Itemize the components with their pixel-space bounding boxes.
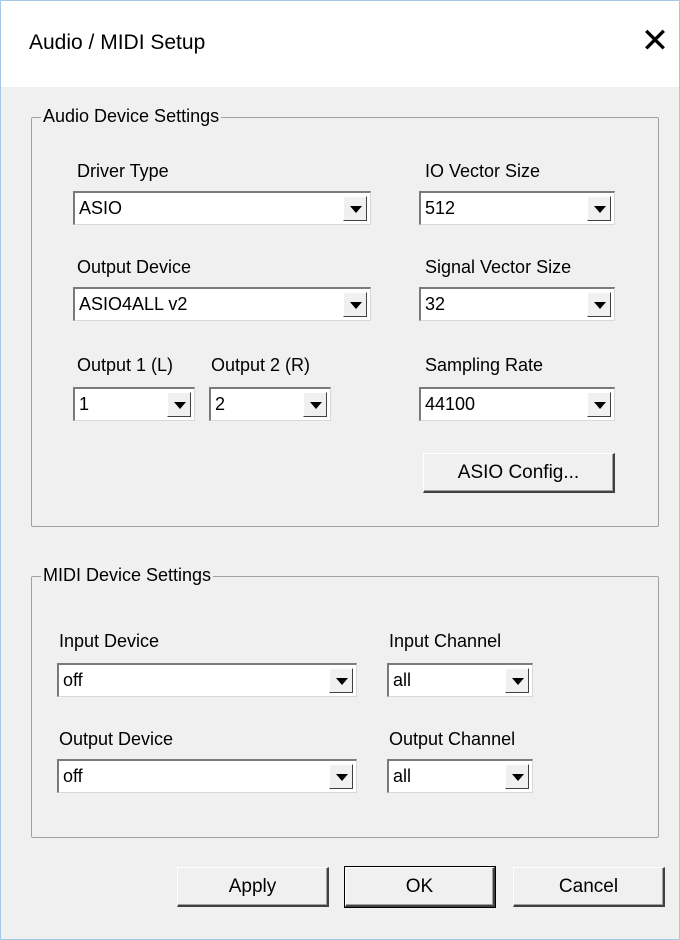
sampling-rate-value: 44100 [425,394,476,414]
chevron-down-icon[interactable] [505,668,529,693]
midi-output-channel-value: all [393,766,412,786]
midi-input-channel-value: all [393,670,412,690]
driver-type-value: ASIO [79,198,123,218]
cancel-button[interactable]: Cancel [513,867,665,907]
io-vector-size-value: 512 [425,198,456,218]
chevron-down-icon[interactable] [329,764,353,789]
chevron-down-icon[interactable] [587,392,611,417]
output-device-select[interactable]: ASIO4ALL v2 [73,287,371,321]
ok-button[interactable]: OK [344,866,496,908]
midi-input-device-select[interactable]: off [57,663,357,697]
output-2-label: Output 2 (R) [211,355,311,375]
output-1-select[interactable]: 1 [73,387,195,421]
io-vector-size-label: IO Vector Size [425,161,541,181]
close-icon[interactable]: ✕ [635,21,675,61]
midi-output-device-select[interactable]: off [57,759,357,793]
midi-output-channel-label: Output Channel [389,729,516,749]
title-bar: Audio / MIDI Setup ✕ [1,1,679,87]
window-title: Audio / MIDI Setup [29,31,206,54]
chevron-down-icon[interactable] [303,392,327,417]
chevron-down-icon[interactable] [505,764,529,789]
output-1-value: 1 [79,394,90,414]
output-1-label: Output 1 (L) [77,355,174,375]
audio-midi-setup-dialog: Audio / MIDI Setup ✕ Audio Device Settin… [0,0,680,940]
sampling-rate-select[interactable]: 44100 [419,387,615,421]
apply-button[interactable]: Apply [177,867,329,907]
io-vector-size-select[interactable]: 512 [419,191,615,225]
output-device-label: Output Device [77,257,192,277]
output-device-value: ASIO4ALL v2 [79,294,188,314]
midi-device-settings-legend: MIDI Device Settings [41,565,214,586]
chevron-down-icon[interactable] [329,668,353,693]
signal-vector-size-value: 32 [425,294,446,314]
asio-config-button[interactable]: ASIO Config... [423,453,615,493]
chevron-down-icon[interactable] [587,292,611,317]
midi-input-channel-select[interactable]: all [387,663,533,697]
midi-input-device-label: Input Device [59,631,160,651]
midi-device-settings-group [31,576,659,838]
sampling-rate-label: Sampling Rate [425,355,544,375]
driver-type-label: Driver Type [77,161,169,181]
chevron-down-icon[interactable] [343,292,367,317]
signal-vector-size-select[interactable]: 32 [419,287,615,321]
midi-input-channel-label: Input Channel [389,631,502,651]
signal-vector-size-label: Signal Vector Size [425,257,572,277]
chevron-down-icon[interactable] [167,392,191,417]
output-2-select[interactable]: 2 [209,387,331,421]
audio-device-settings-legend: Audio Device Settings [41,106,222,127]
output-2-value: 2 [215,394,226,414]
driver-type-select[interactable]: ASIO [73,191,371,225]
midi-output-device-value: off [63,766,83,786]
chevron-down-icon[interactable] [343,196,367,221]
midi-input-device-value: off [63,670,83,690]
chevron-down-icon[interactable] [587,196,611,221]
midi-output-channel-select[interactable]: all [387,759,533,793]
midi-output-device-label: Output Device [59,729,174,749]
